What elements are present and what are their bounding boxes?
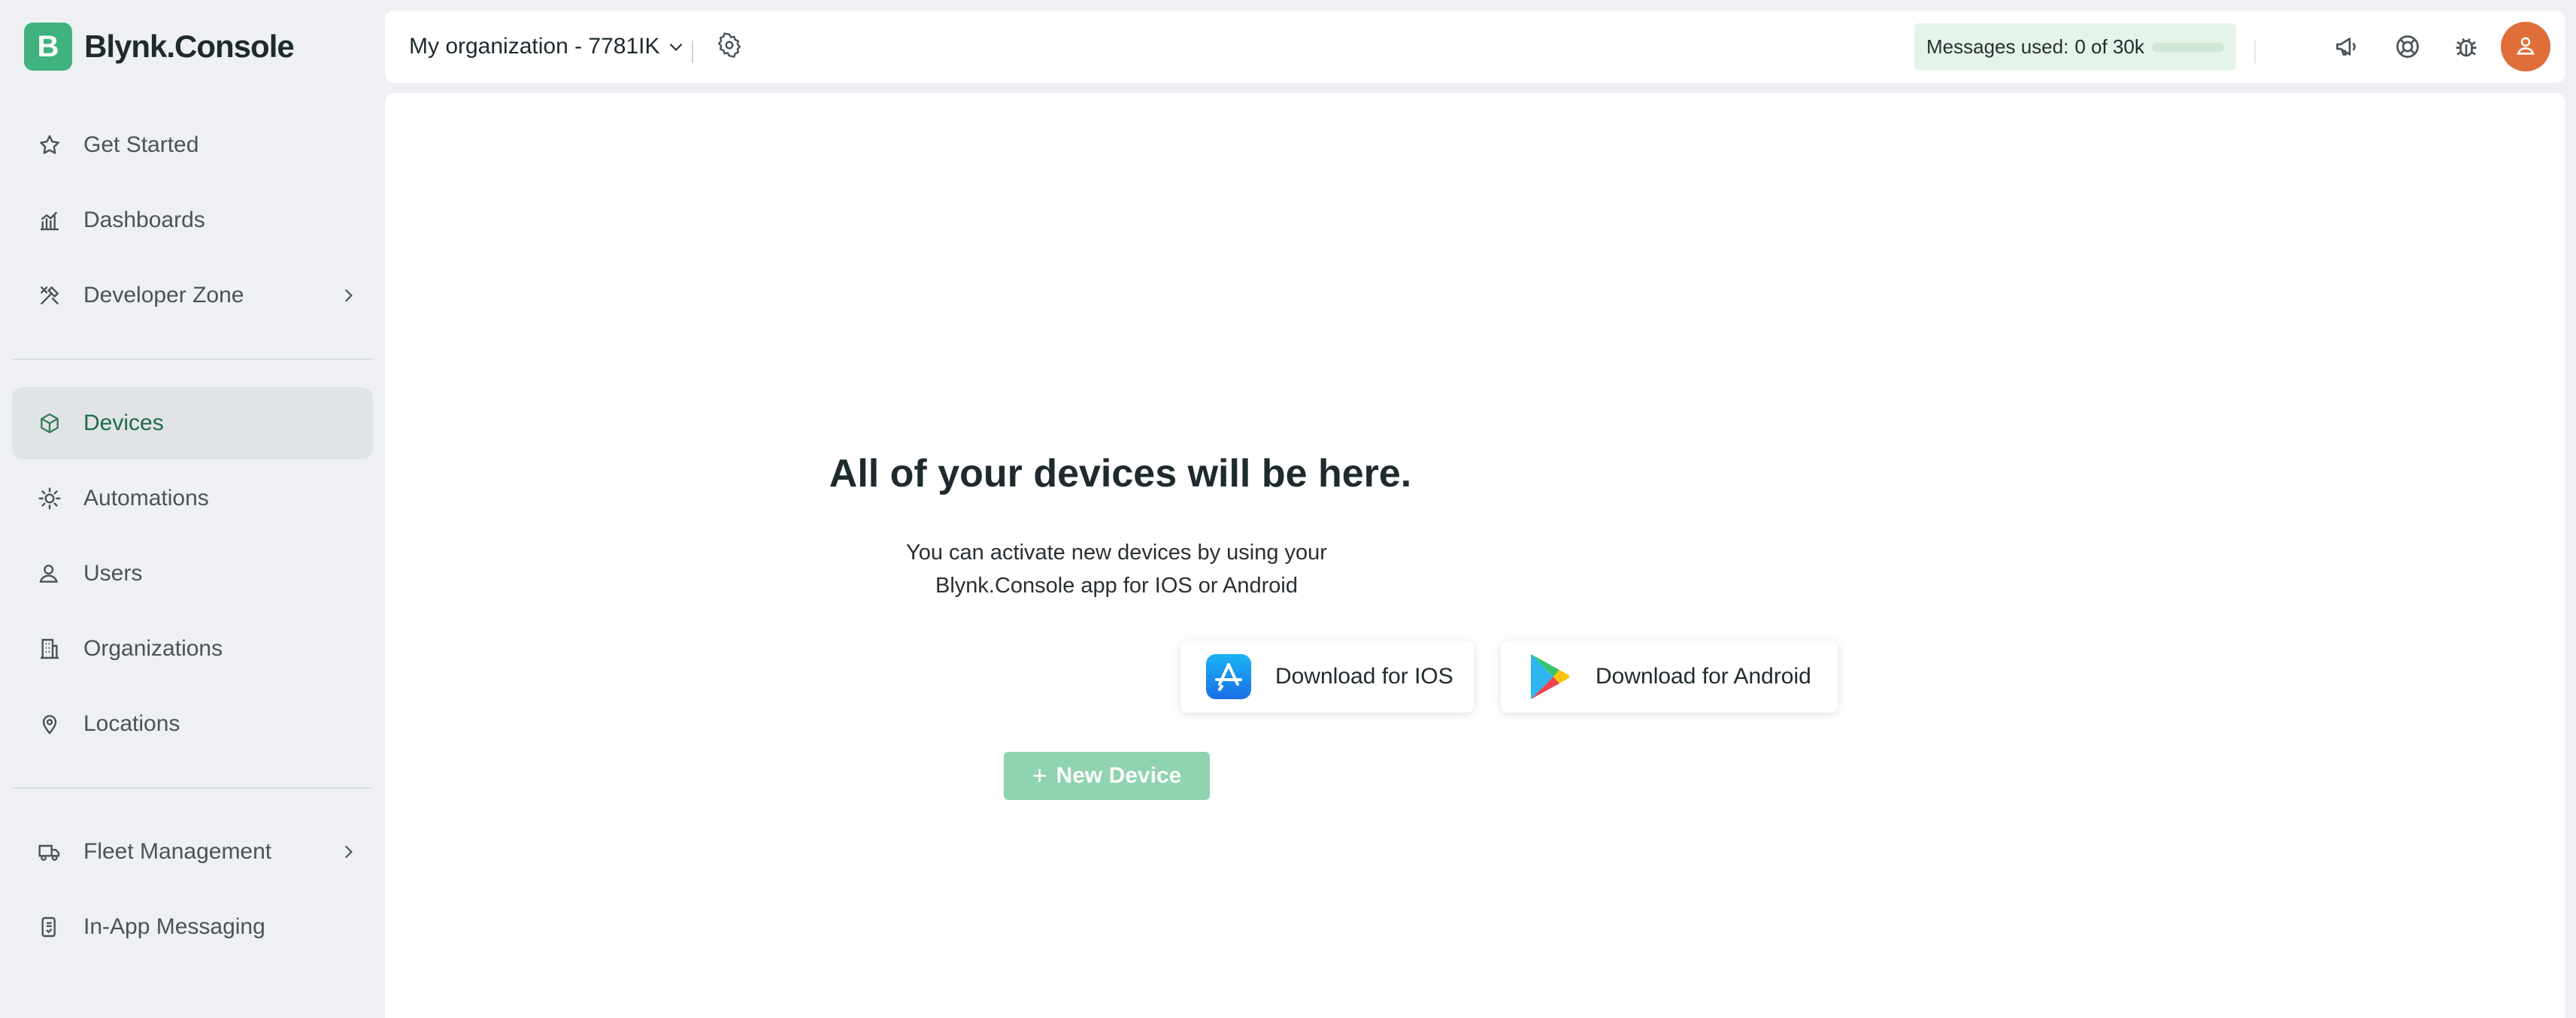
download-android-label: Download for Android bbox=[1596, 664, 1811, 689]
sidebar-item-label: Devices bbox=[83, 411, 164, 435]
sidebar-item-label: In-App Messaging bbox=[83, 914, 265, 939]
brand-name: Blynk.Console bbox=[84, 29, 295, 64]
sidebar-item-label: Users bbox=[83, 561, 143, 586]
messages-label: Messages used: bbox=[1926, 35, 2069, 58]
sidebar-item-devices[interactable]: Devices bbox=[12, 387, 373, 459]
cube-icon bbox=[36, 410, 63, 437]
messaging-icon bbox=[36, 913, 63, 941]
sidebar-item-locations[interactable]: Locations bbox=[12, 688, 373, 760]
download-ios-label: Download for IOS bbox=[1275, 664, 1453, 689]
sidebar: B Blynk.Console Get Started Dashboards D… bbox=[0, 0, 383, 1010]
sidebar-item-developer-zone[interactable]: Developer Zone bbox=[12, 259, 373, 332]
tools-icon bbox=[36, 282, 63, 309]
chevron-right-icon bbox=[337, 284, 359, 307]
plus-icon: + bbox=[1032, 761, 1047, 790]
sidebar-divider bbox=[12, 359, 373, 360]
sidebar-item-users[interactable]: Users bbox=[12, 538, 373, 610]
gear-icon bbox=[717, 32, 742, 62]
user-avatar[interactable] bbox=[2501, 22, 2550, 71]
sidebar-item-fleet-management[interactable]: Fleet Management bbox=[12, 816, 373, 888]
sidebar-item-label: Fleet Management bbox=[83, 839, 272, 864]
user-avatar-icon bbox=[2513, 32, 2538, 62]
sidebar-item-dashboards[interactable]: Dashboards bbox=[12, 184, 373, 256]
report-bug-button[interactable] bbox=[2451, 33, 2481, 63]
main-panel bbox=[385, 93, 2565, 1018]
users-icon bbox=[36, 560, 63, 587]
google-play-icon bbox=[1526, 654, 1571, 699]
org-settings-button[interactable] bbox=[716, 32, 743, 62]
bug-icon bbox=[2453, 33, 2480, 64]
org-selector[interactable]: My organization - 7781IK bbox=[409, 11, 687, 83]
help-lifebuoy-icon bbox=[2394, 33, 2421, 64]
download-ios-button[interactable]: Download for IOS bbox=[1180, 641, 1474, 713]
empty-state-line-2: Blynk.Console app for IOS or Android bbox=[935, 574, 1298, 598]
megaphone-icon bbox=[2334, 33, 2361, 64]
chevron-down-icon bbox=[666, 36, 687, 57]
sidebar-item-in-app-messaging[interactable]: In-App Messaging bbox=[12, 891, 373, 963]
org-label: My organization - 7781IK bbox=[409, 34, 660, 59]
brand[interactable]: B Blynk.Console bbox=[24, 23, 295, 71]
messages-count: 0 of 30k bbox=[2074, 35, 2144, 58]
chart-icon bbox=[36, 207, 63, 234]
empty-state-description: You can activate new devices by using yo… bbox=[767, 536, 1466, 602]
scrollbar-track[interactable] bbox=[2565, 93, 2576, 1010]
sidebar-item-label: Developer Zone bbox=[83, 283, 244, 308]
sidebar-item-label: Organizations bbox=[83, 636, 223, 661]
chevron-right-icon bbox=[337, 841, 359, 863]
sidebar-item-label: Dashboards bbox=[83, 208, 205, 232]
building-icon bbox=[36, 635, 63, 662]
new-device-label: New Device bbox=[1056, 763, 1182, 788]
app-store-icon bbox=[1206, 654, 1251, 699]
messages-progress-bar bbox=[2152, 43, 2224, 52]
sidebar-item-label: Get Started bbox=[83, 132, 199, 157]
messages-usage: Messages used: 0 of 30k bbox=[1914, 23, 2236, 70]
new-device-button[interactable]: + New Device bbox=[1004, 752, 1210, 800]
top-header: My organization - 7781IK Messages used: … bbox=[385, 11, 2565, 83]
star-icon bbox=[36, 132, 63, 159]
empty-state-line-1: You can activate new devices by using yo… bbox=[906, 541, 1327, 565]
header-separator bbox=[2254, 41, 2256, 63]
header-separator bbox=[692, 41, 693, 63]
location-pin-icon bbox=[36, 710, 63, 738]
empty-state-title: All of your devices will be here. bbox=[829, 452, 1412, 495]
sidebar-item-organizations[interactable]: Organizations bbox=[12, 613, 373, 685]
help-button[interactable] bbox=[2393, 33, 2423, 63]
truck-icon bbox=[36, 838, 63, 865]
announcements-button[interactable] bbox=[2332, 33, 2362, 63]
sidebar-item-label: Locations bbox=[83, 711, 180, 736]
download-android-button[interactable]: Download for Android bbox=[1501, 641, 1838, 713]
brand-logo: B bbox=[24, 23, 72, 71]
sidebar-item-get-started[interactable]: Get Started bbox=[12, 109, 373, 181]
sidebar-divider bbox=[12, 787, 373, 789]
